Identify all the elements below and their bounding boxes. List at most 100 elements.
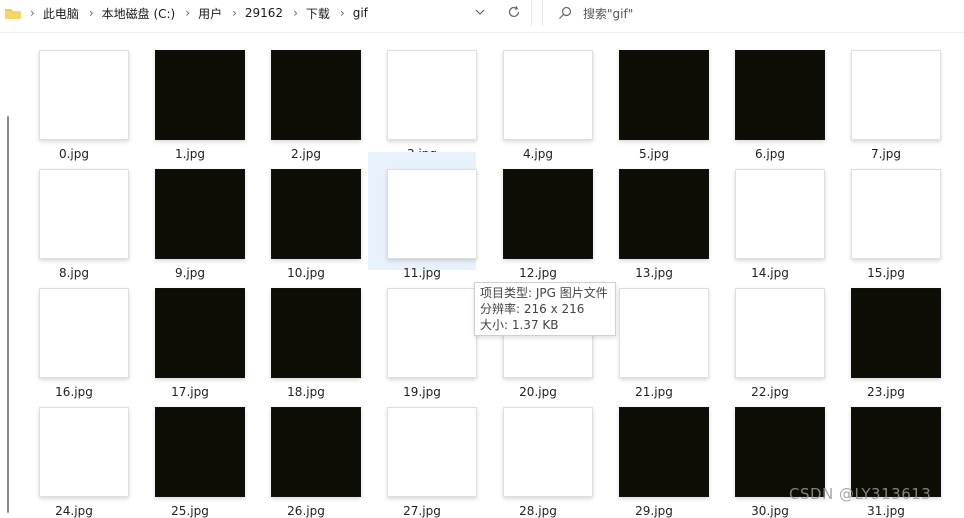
- file-item[interactable]: 7.jpg: [832, 33, 941, 161]
- file-item[interactable]: 9.jpg: [136, 152, 245, 280]
- chevron-down-icon: [475, 6, 485, 20]
- file-tooltip: 项目类型: JPG 图片文件 分辨率: 216 x 216 大小: 1.37 K…: [474, 282, 616, 336]
- file-thumbnail: [619, 288, 709, 378]
- file-thumbnail: [387, 288, 477, 378]
- breadcrumb-item[interactable]: › 本地磁盘 (C:): [89, 5, 175, 22]
- file-thumbnail: [155, 288, 245, 378]
- breadcrumb-item[interactable]: › 29162: [232, 6, 283, 20]
- file-thumbnail: [619, 50, 709, 140]
- chevron-right-icon: ›: [232, 6, 237, 20]
- file-item[interactable]: 23.jpg: [832, 271, 941, 399]
- file-thumbnail: [851, 50, 941, 140]
- file-thumbnail: [503, 169, 593, 259]
- file-thumbnail: [735, 288, 825, 378]
- breadcrumb-item[interactable]: › 下载: [293, 5, 330, 22]
- refresh-icon: [507, 5, 521, 22]
- file-thumbnail: [503, 50, 593, 140]
- breadcrumb-item[interactable]: › gif: [340, 6, 368, 20]
- file-item[interactable]: 3.jpg: [368, 33, 477, 161]
- file-thumbnail: [155, 169, 245, 259]
- file-item[interactable]: 4.jpg: [484, 33, 593, 161]
- file-thumbnail: [387, 407, 477, 497]
- file-name: 30.jpg: [751, 504, 789, 518]
- chevron-right-icon: ›: [293, 6, 298, 20]
- breadcrumb-item[interactable]: › 此电脑: [30, 5, 79, 22]
- file-name: 25.jpg: [171, 504, 209, 518]
- file-item[interactable]: 24.jpg: [20, 390, 129, 518]
- file-name: 28.jpg: [519, 504, 557, 518]
- top-bar: › 此电脑 › 本地磁盘 (C:) › 用户 › 29162 › 下载 › gi…: [0, 0, 964, 26]
- tooltip-type: 项目类型: JPG 图片文件: [480, 286, 608, 300]
- chevron-right-icon: ›: [339, 6, 345, 20]
- breadcrumb-label: gif: [352, 6, 368, 20]
- file-item[interactable]: 16.jpg: [20, 271, 129, 399]
- file-thumbnail: [39, 169, 129, 259]
- file-thumbnail: [503, 407, 593, 497]
- file-thumbnail: [271, 407, 361, 497]
- breadcrumb-label: 29162: [244, 6, 284, 20]
- file-item[interactable]: 19.jpg: [368, 271, 477, 399]
- left-pane: [0, 33, 20, 513]
- file-thumbnail: [39, 50, 129, 140]
- file-item[interactable]: 10.jpg: [252, 152, 361, 280]
- file-name: 26.jpg: [287, 504, 325, 518]
- address-bar[interactable]: › 此电脑 › 本地磁盘 (C:) › 用户 › 29162 › 下载 › gi…: [0, 0, 532, 26]
- file-item[interactable]: 29.jpg: [600, 390, 709, 518]
- breadcrumb-label: 用户: [198, 6, 223, 21]
- file-item[interactable]: 2.jpg: [252, 33, 361, 161]
- file-item[interactable]: 28.jpg: [484, 390, 593, 518]
- file-thumbnail: [387, 50, 477, 140]
- file-thumbnail: [271, 50, 361, 140]
- folder-icon: [4, 6, 22, 20]
- breadcrumb-item[interactable]: › 用户: [185, 5, 222, 22]
- address-dropdown-button[interactable]: [470, 3, 490, 23]
- file-thumbnail: [39, 288, 129, 378]
- file-item[interactable]: 11.jpg: [368, 152, 477, 280]
- breadcrumb-label: 此电脑: [42, 6, 79, 21]
- file-item[interactable]: 25.jpg: [136, 390, 245, 518]
- tooltip-resolution: 分辨率: 216 x 216: [480, 302, 585, 316]
- file-item[interactable]: 26.jpg: [252, 390, 361, 518]
- vertical-scrollbar[interactable]: [7, 116, 9, 513]
- tooltip-size: 大小: 1.37 KB: [480, 318, 559, 332]
- watermark: CSDN @LY313613: [789, 485, 932, 503]
- file-item[interactable]: 18.jpg: [252, 271, 361, 399]
- file-item[interactable]: 12.jpg: [484, 152, 593, 280]
- file-thumbnail: [619, 169, 709, 259]
- breadcrumb-label: 本地磁盘 (C:): [101, 6, 176, 21]
- file-thumbnail: [619, 407, 709, 497]
- file-thumbnail: [155, 50, 245, 140]
- chevron-right-icon: ›: [30, 6, 35, 20]
- file-thumbnail: [851, 169, 941, 259]
- file-thumbnail: [271, 169, 361, 259]
- file-item[interactable]: 21.jpg: [600, 271, 709, 399]
- file-item[interactable]: 8.jpg: [20, 152, 129, 280]
- file-item[interactable]: 5.jpg: [600, 33, 709, 161]
- search-box[interactable]: 搜索"gif": [542, 0, 964, 26]
- file-thumbnail: [735, 169, 825, 259]
- file-item[interactable]: 1.jpg: [136, 33, 245, 161]
- refresh-button[interactable]: [504, 3, 524, 23]
- file-name: 31.jpg: [867, 504, 905, 518]
- file-thumbnail: [155, 407, 245, 497]
- file-thumbnail: [271, 288, 361, 378]
- search-icon: [557, 5, 573, 21]
- file-item[interactable]: 14.jpg: [716, 152, 825, 280]
- file-thumbnail: [851, 407, 941, 497]
- file-thumbnail: [851, 288, 941, 378]
- file-thumbnail: [735, 50, 825, 140]
- file-item[interactable]: 0.jpg: [20, 33, 129, 161]
- file-item[interactable]: 17.jpg: [136, 271, 245, 399]
- file-item[interactable]: 6.jpg: [716, 33, 825, 161]
- file-item[interactable]: 13.jpg: [600, 152, 709, 280]
- file-item[interactable]: 15.jpg: [832, 152, 941, 280]
- chevron-right-icon: ›: [88, 6, 94, 20]
- file-item[interactable]: 27.jpg: [368, 390, 477, 518]
- file-thumbnail: [735, 407, 825, 497]
- file-name: 27.jpg: [403, 504, 441, 518]
- file-thumbnail: [387, 169, 477, 259]
- file-item[interactable]: 22.jpg: [716, 271, 825, 399]
- file-name: 29.jpg: [635, 504, 673, 518]
- file-name: 24.jpg: [55, 504, 93, 518]
- file-grid: 0.jpg1.jpg2.jpg3.jpg4.jpg5.jpg6.jpg7.jpg…: [20, 33, 964, 518]
